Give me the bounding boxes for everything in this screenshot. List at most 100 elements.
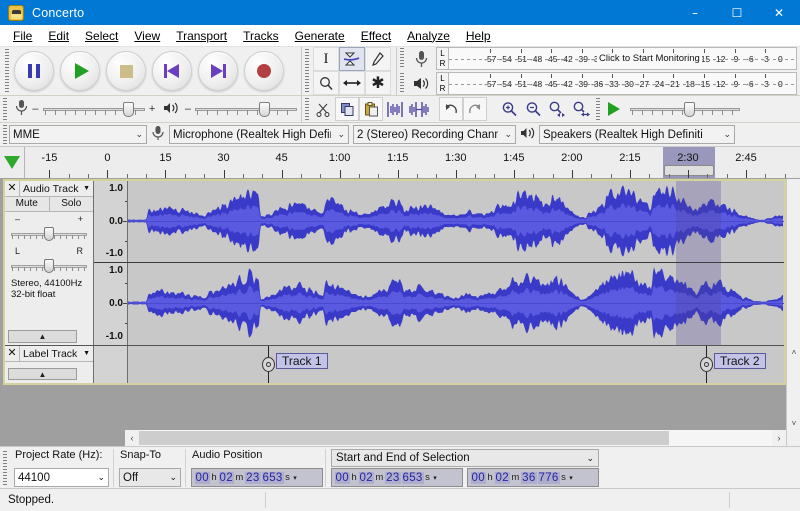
play-at-speed-grip[interactable]	[594, 98, 601, 120]
menu-view[interactable]: View	[126, 27, 168, 45]
edit-toolbar-grip[interactable]	[303, 98, 310, 120]
play-speed-thumb[interactable]	[684, 102, 695, 117]
scroll-right-button[interactable]: ›	[772, 430, 786, 446]
menu-file[interactable]: File	[5, 27, 40, 45]
pause-button[interactable]	[14, 51, 54, 91]
left-channel-waveform[interactable]	[128, 181, 784, 262]
scroll-down-button[interactable]: ˅	[787, 416, 800, 430]
audio-position-field[interactable]: 00 h 02 m 23 653 s ▾	[191, 468, 323, 487]
recording-channels-select[interactable]: 2 (Stereo) Recording Channels ⌄	[353, 125, 516, 144]
selection-start-minutes[interactable]: 02	[359, 472, 374, 484]
label-chip[interactable]: Track 2	[714, 353, 766, 369]
right-channel-waveform[interactable]	[128, 263, 784, 345]
zoom-tool-button[interactable]	[313, 71, 339, 95]
horizontal-scrollbar[interactable]: ‹ ›	[125, 430, 786, 446]
redo-button[interactable]	[463, 97, 487, 121]
audio-host-select[interactable]: MME ⌄	[9, 125, 147, 144]
menu-generate[interactable]: Generate	[287, 27, 353, 45]
audio-track-close-button[interactable]: ✕	[5, 181, 20, 196]
timeline-ruler[interactable]: -1501530451:001:151:301:452:002:152:302:…	[25, 147, 800, 178]
selection-end-hours[interactable]: 00	[471, 472, 486, 484]
label-chip[interactable]: Track 1	[276, 353, 328, 369]
device-toolbar-grip[interactable]	[1, 125, 8, 145]
tools-toolbar-grip[interactable]	[303, 49, 310, 93]
audio-position-seconds[interactable]: 23	[245, 472, 260, 484]
selection-end-minutes[interactable]: 02	[495, 472, 510, 484]
spinner-icon[interactable]: ▾	[293, 474, 297, 482]
snap-to-select[interactable]: Off ⌄	[119, 468, 181, 487]
transport-toolbar-grip[interactable]	[3, 49, 10, 93]
scroll-left-button[interactable]: ‹	[125, 430, 139, 446]
gain-slider-thumb[interactable]	[44, 227, 54, 241]
menu-transport[interactable]: Transport	[168, 27, 235, 45]
time-shift-tool-button[interactable]	[339, 71, 365, 95]
cut-button[interactable]	[311, 97, 335, 121]
input-volume-slider[interactable]	[43, 102, 145, 116]
play-speed-slider[interactable]	[630, 102, 740, 116]
fit-project-button[interactable]	[569, 97, 593, 121]
recording-meter-grip[interactable]	[398, 48, 405, 69]
undo-button[interactable]	[439, 97, 463, 121]
playback-meter[interactable]: L R -57-54-51-48-45-42-39-36-33-30-27-24…	[436, 72, 797, 95]
play-button[interactable]	[60, 51, 100, 91]
playback-meter-grip[interactable]	[398, 73, 405, 94]
selection-toolbar-grip[interactable]	[1, 451, 8, 487]
project-rate-select[interactable]: 44100 ⌄	[14, 468, 109, 487]
selection-start-hours[interactable]: 00	[335, 472, 350, 484]
audio-track-resize-handle[interactable]: ▲	[8, 330, 77, 343]
selection-start-seconds[interactable]: 23	[385, 472, 400, 484]
audio-track-name-dropdown[interactable]: Audio Track ▼	[20, 183, 93, 195]
spinner-icon[interactable]: ▾	[433, 474, 437, 482]
silence-audio-button[interactable]	[407, 97, 431, 121]
label-track-name-dropdown[interactable]: Label Track ▼	[20, 348, 93, 360]
mixer-toolbar-grip[interactable]	[1, 98, 8, 120]
menu-tracks[interactable]: Tracks	[235, 27, 287, 45]
right-channel-selection[interactable]	[676, 263, 721, 345]
audio-position-minutes[interactable]: 02	[219, 472, 234, 484]
zoom-out-button[interactable]	[521, 97, 545, 121]
multi-tool-button[interactable]: ✱	[365, 71, 391, 95]
skip-to-start-button[interactable]	[152, 51, 192, 91]
label-track-resize-handle[interactable]: ▲	[8, 368, 77, 380]
paste-button[interactable]	[359, 97, 383, 121]
zoom-in-button[interactable]	[497, 97, 521, 121]
skip-to-end-button[interactable]	[198, 51, 238, 91]
menu-edit[interactable]: Edit	[40, 27, 77, 45]
trim-audio-button[interactable]	[383, 97, 407, 121]
label-track-close-button[interactable]: ✕	[5, 346, 20, 361]
input-volume-thumb[interactable]	[123, 102, 134, 117]
selection-end-seconds[interactable]: 36	[521, 472, 536, 484]
start-monitoring-hint[interactable]: Click to Start Monitoring	[597, 53, 702, 64]
menu-help[interactable]: Help	[458, 27, 499, 45]
pan-slider[interactable]	[11, 258, 87, 273]
spinner-icon[interactable]: ▾	[569, 474, 573, 482]
copy-button[interactable]	[335, 97, 359, 121]
pinned-play-head-button[interactable]	[0, 147, 25, 178]
label-drag-handle[interactable]	[262, 357, 275, 372]
label-track-body[interactable]: Track 1 Track 2	[128, 346, 784, 383]
solo-button[interactable]: Solo	[50, 197, 94, 211]
selection-end-millis[interactable]: 776	[538, 472, 560, 484]
playback-meter-bar[interactable]: -57-54-51-48-45-42-39-36-33-30-27-24-21-…	[448, 72, 797, 95]
horizontal-scroll-trough[interactable]	[139, 430, 772, 446]
envelope-tool-button[interactable]	[339, 47, 365, 71]
recording-meter[interactable]: L R -57-54-51-48-45-42-39-36-33-30-27-24…	[436, 47, 797, 70]
output-volume-thumb[interactable]	[259, 102, 270, 117]
audio-position-hours[interactable]: 00	[195, 472, 210, 484]
selection-mode-select[interactable]: Start and End of Selection ⌄	[331, 449, 599, 467]
menu-select[interactable]: Select	[77, 27, 126, 45]
recording-device-select[interactable]: Microphone (Realtek High Defini ⌄	[169, 125, 349, 144]
left-channel-selection[interactable]	[676, 181, 721, 262]
play-at-speed-button[interactable]	[602, 97, 626, 121]
vertical-scrollbar[interactable]: ˅ ˄	[786, 179, 800, 446]
audio-position-millis[interactable]: 653	[262, 472, 284, 484]
mute-button[interactable]: Mute	[5, 197, 50, 211]
draw-tool-button[interactable]	[365, 47, 391, 71]
record-button[interactable]	[244, 51, 284, 91]
selection-start-millis[interactable]: 653	[402, 472, 424, 484]
pan-slider-thumb[interactable]	[44, 259, 54, 273]
menu-effect[interactable]: Effect	[353, 27, 399, 45]
menu-analyze[interactable]: Analyze	[399, 27, 458, 45]
minimize-button[interactable]: –	[674, 0, 716, 25]
close-button[interactable]: ✕	[758, 0, 800, 25]
